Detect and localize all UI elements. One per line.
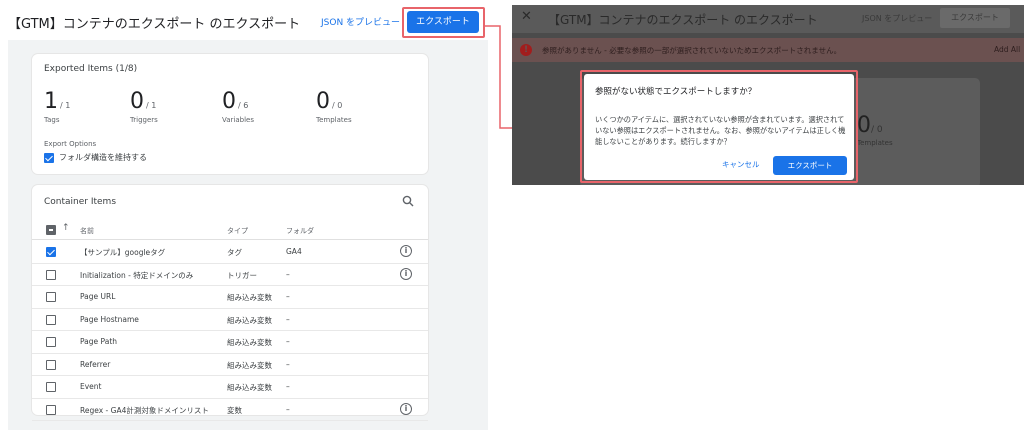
error-text: 参照がありません - 必要な参照の一部が選択されていないためエクスポートされませ…: [542, 46, 842, 55]
stat-tags: 1/ 1 Tags: [44, 89, 70, 124]
info-icon[interactable]: i: [400, 267, 412, 280]
header-folder[interactable]: フォルダ: [286, 226, 314, 236]
stat-value: 0: [222, 89, 236, 114]
row-folder: –: [286, 337, 290, 346]
dimmed-header: ✕ 【GTM】コンテナのエクスポート のエクスポート JSON をプレビュー エ…: [512, 5, 1024, 33]
stat-label: Templates: [316, 116, 352, 124]
container-items-card: Container Items ↑ 名前 タイプ フォルダ 【サンプル】goog…: [32, 185, 428, 421]
dimmed-page-title: 【GTM】コンテナのエクスポート のエクスポート: [548, 13, 818, 27]
dimmed-export-button: エクスポート: [940, 8, 1010, 28]
stat-value: 0: [130, 89, 144, 114]
row-checkbox[interactable]: [46, 314, 56, 325]
table-row[interactable]: Regex - GA4計測対象ドメインリスト 変数 – i: [32, 399, 428, 421]
stat-value: 1: [44, 89, 58, 114]
row-checkbox[interactable]: [46, 382, 56, 392]
page-header: 【GTM】コンテナのエクスポート のエクスポート JSON をプレビュー エクス…: [0, 0, 490, 40]
row-name: Page Path: [80, 337, 118, 346]
cancel-button[interactable]: キャンセル: [722, 159, 760, 170]
dialog-body: いくつかのアイテムに、選択されていない参照が含まれています。選択されていない参照…: [595, 115, 846, 146]
row-type: トリガー: [227, 270, 257, 280]
dimmed-stat-total: / 0: [871, 125, 883, 135]
row-name: Referrer: [80, 359, 111, 369]
row-folder: –: [286, 292, 290, 301]
stat-total: / 1: [146, 101, 157, 110]
table-row[interactable]: Initialization - 特定ドメインのみ トリガー – i: [32, 264, 428, 286]
json-preview-link[interactable]: JSON をプレビュー: [321, 15, 400, 28]
info-icon[interactable]: i: [400, 245, 412, 257]
dimmed-stat-value: 0: [857, 113, 871, 138]
row-type: 組み込み変数: [227, 338, 272, 347]
row-folder: –: [286, 382, 290, 391]
row-checkbox[interactable]: [46, 292, 56, 302]
stat-triggers: 0/ 1 Triggers: [130, 89, 158, 124]
dialog-title: 参照がない状態でエクスポートしますか？: [595, 87, 757, 97]
row-name: Page Hostname: [80, 314, 139, 324]
stat-variables: 0/ 6 Variables: [222, 89, 254, 124]
dimmed-stat: 0/ 0: [857, 113, 883, 138]
row-type: タグ: [227, 248, 242, 257]
search-icon[interactable]: [402, 195, 414, 207]
row-folder: GA4: [286, 247, 302, 256]
stat-total: / 0: [332, 101, 343, 110]
keep-folder-option[interactable]: フォルダ構造を維持する: [44, 152, 147, 163]
header-name[interactable]: 名前: [80, 226, 94, 236]
row-name: 【サンプル】googleタグ: [80, 248, 166, 257]
row-checkbox[interactable]: [46, 269, 56, 280]
dimmed-stat-label: Templates: [857, 139, 893, 147]
table-row[interactable]: Event 組み込み変数 –: [32, 376, 428, 399]
table-header: ↑ 名前 タイプ フォルダ: [32, 220, 428, 240]
row-type: 組み込み変数: [227, 360, 272, 370]
row-type: 組み込み変数: [227, 315, 272, 325]
row-checkbox[interactable]: [46, 359, 56, 370]
row-name: Initialization - 特定ドメインのみ: [80, 270, 194, 280]
table-row[interactable]: Page Hostname 組み込み変数 –: [32, 309, 428, 331]
row-folder: –: [286, 359, 290, 369]
row-name: Regex - GA4計測対象ドメインリスト: [80, 405, 209, 415]
row-name: Page URL: [80, 292, 116, 301]
stat-total: / 6: [238, 101, 249, 110]
keep-folder-label: フォルダ構造を維持する: [59, 153, 147, 162]
add-all-link[interactable]: Add All: [994, 45, 1020, 54]
table-row[interactable]: Page Path 組み込み変数 –: [32, 331, 428, 354]
row-folder: –: [286, 314, 290, 324]
stat-total: / 1: [60, 101, 71, 110]
confirm-dialog: 参照がない状態でエクスポートしますか？ いくつかのアイテムに、選択されていない参…: [584, 74, 854, 180]
header-type[interactable]: タイプ: [227, 226, 248, 236]
stat-label: Variables: [222, 116, 254, 124]
info-icon[interactable]: i: [400, 402, 412, 415]
sort-arrow-icon[interactable]: ↑: [62, 223, 70, 233]
table-row[interactable]: 【サンプル】googleタグ タグ GA4 i: [32, 241, 428, 264]
error-icon: !: [520, 44, 532, 56]
stat-label: Triggers: [130, 116, 158, 124]
select-all-checkbox[interactable]: [46, 225, 56, 235]
error-banner: ! 参照がありません - 必要な参照の一部が選択されていないためエクスポートされ…: [512, 38, 1024, 62]
keep-folder-checkbox[interactable]: [44, 152, 54, 163]
export-options-title: Export Options: [44, 140, 97, 148]
row-folder: –: [286, 404, 290, 414]
row-type: 変数: [227, 405, 242, 415]
exported-items-title: Exported Items (1/8): [44, 64, 138, 74]
row-type: 組み込み変数: [227, 293, 272, 302]
page-body: Exported Items (1/8) 1/ 1 Tags 0/ 1 Trig…: [8, 40, 488, 430]
stat-templates: 0/ 0 Templates: [316, 89, 352, 124]
table-row[interactable]: Page URL 組み込み変数 –: [32, 286, 428, 309]
row-type: 組み込み変数: [227, 383, 272, 392]
row-checkbox[interactable]: [46, 337, 56, 347]
exported-items-card: Exported Items (1/8) 1/ 1 Tags 0/ 1 Trig…: [32, 54, 428, 174]
confirm-export-button[interactable]: エクスポート: [773, 156, 847, 175]
export-page: 【GTM】コンテナのエクスポート のエクスポート JSON をプレビュー エクス…: [0, 0, 490, 430]
row-checkbox[interactable]: [46, 247, 56, 257]
stat-label: Tags: [44, 116, 60, 124]
row-name: Event: [80, 382, 102, 391]
container-items-title: Container Items: [44, 197, 117, 207]
stat-value: 0: [316, 89, 330, 114]
export-button[interactable]: エクスポート: [407, 11, 479, 33]
row-folder: –: [286, 269, 290, 279]
row-checkbox[interactable]: [46, 404, 56, 415]
page-title: 【GTM】コンテナのエクスポート のエクスポート: [8, 17, 301, 32]
close-icon[interactable]: ✕: [521, 9, 532, 24]
dimmed-json-preview: JSON をプレビュー: [862, 14, 933, 23]
table-row[interactable]: Referrer 組み込み変数 –: [32, 354, 428, 376]
